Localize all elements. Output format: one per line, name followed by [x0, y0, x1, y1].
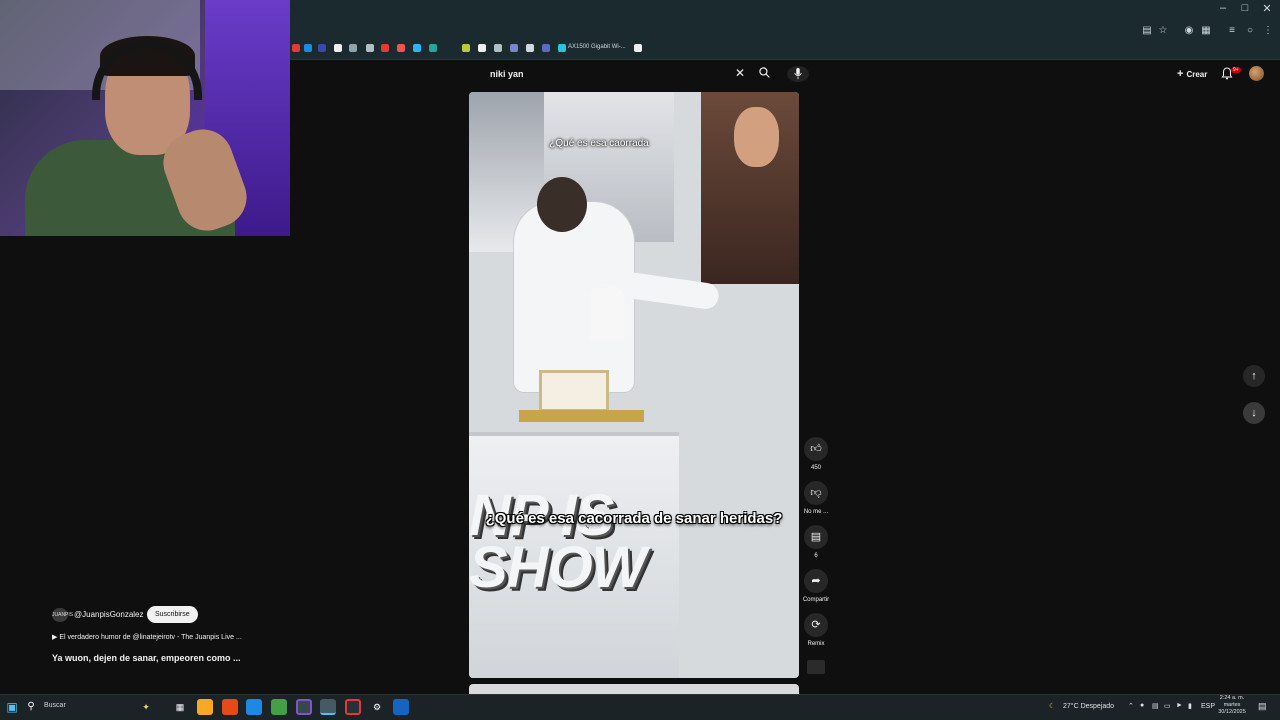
brave-browser-icon[interactable]: [222, 699, 238, 715]
like-count: 450: [810, 465, 821, 471]
taskbar-search-icon[interactable]: ⚲: [26, 699, 36, 715]
taskbar-clock[interactable]: 2:24 a. m. martes 30/12/2025: [1214, 695, 1250, 716]
menu-icon[interactable]: ⋮: [1262, 25, 1274, 36]
dislike-icon[interactable]: 👎︎: [804, 481, 828, 505]
mic-tray-icon[interactable]: ●: [1140, 702, 1144, 709]
steam-icon[interactable]: [393, 699, 409, 715]
like-action[interactable]: 👍︎ 450: [800, 437, 832, 471]
weather-text[interactable]: 27°C Despejado: [1063, 703, 1114, 710]
video-title: Ya wuon, dejen de sanar, empeoren como .…: [52, 653, 241, 663]
remix-label: Remix: [807, 641, 825, 647]
bookmark-icon[interactable]: [334, 44, 342, 52]
volume-icon[interactable]: ►: [1176, 702, 1183, 709]
weather-icon: ☾: [1049, 703, 1056, 710]
language-indicator[interactable]: ESP: [1201, 703, 1215, 710]
windows-start-icon[interactable]: ▣: [4, 699, 20, 715]
settings-gear-icon[interactable]: ⚙: [369, 699, 385, 715]
bookmark-icon[interactable]: [292, 44, 300, 52]
app-icon[interactable]: [246, 699, 262, 715]
bookmark-icon[interactable]: [634, 44, 642, 52]
clock-date: 30/12/2025: [1218, 709, 1246, 715]
bookmark-icon[interactable]: [397, 44, 405, 52]
task-view-icon[interactable]: ▦: [172, 699, 188, 715]
like-icon[interactable]: 👍︎: [804, 437, 828, 461]
audio-thumbnail[interactable]: [807, 660, 825, 674]
network-icon[interactable]: ▤: [1152, 702, 1159, 710]
bookmark-icon[interactable]: [318, 44, 326, 52]
tab-search-icon[interactable]: ≡: [1226, 25, 1238, 36]
close-icon[interactable]: ✕: [735, 66, 745, 80]
video-caption: ¿Qué es esa cacorrada de sanar heridas?: [485, 510, 783, 527]
webcam-overlay: [0, 0, 290, 236]
notification-badge: 9+: [1231, 67, 1241, 73]
spreadsheet-icon[interactable]: [271, 699, 287, 715]
comment-action[interactable]: ▤ 6: [800, 525, 832, 559]
bookmark-star-icon[interactable]: ☆: [1157, 25, 1169, 36]
app-icon[interactable]: [345, 699, 361, 715]
remix-icon[interactable]: ⟳: [804, 613, 828, 637]
bookmark-icon[interactable]: [542, 44, 550, 52]
remix-action[interactable]: ⟳ Remix: [800, 613, 832, 647]
bookmark-icon[interactable]: [429, 44, 437, 52]
related-video-title: El verdadero humor de @linatejeirotv - T…: [59, 634, 242, 641]
related-video-link[interactable]: ▶ El verdadero humor de @linatejeirotv -…: [52, 633, 242, 641]
user-avatar[interactable]: [1249, 66, 1264, 81]
copilot-icon[interactable]: ✦: [138, 699, 154, 715]
comment-count: 6: [814, 553, 818, 559]
dislike-label: No me ...: [803, 509, 829, 515]
clock-day: martes: [1223, 702, 1241, 708]
bookmark-icon[interactable]: [462, 44, 470, 52]
dislike-action[interactable]: 👎︎ No me ...: [800, 481, 832, 515]
plus-icon: +: [1177, 68, 1184, 80]
channel-avatar[interactable]: JUANPIS: [52, 608, 73, 622]
cast-icon[interactable]: ▤: [1141, 25, 1153, 36]
bookmark-icon[interactable]: [478, 44, 486, 52]
subscribe-button[interactable]: Suscribirse: [147, 606, 198, 623]
taskbar-search-label[interactable]: Buscar: [44, 702, 66, 709]
short-video-player[interactable]: NP IS SHOW ¿Qué es esa caorrada ¿Qué es …: [469, 92, 799, 678]
share-action[interactable]: ➦ Compartir: [800, 569, 832, 603]
chrome-icon[interactable]: [320, 699, 336, 715]
arrow-up-icon: ↑: [1251, 370, 1257, 382]
file-explorer-icon[interactable]: [197, 699, 213, 715]
previous-short-button[interactable]: ↑: [1243, 365, 1265, 387]
extensions-puzzle-icon[interactable]: ▦: [1200, 25, 1212, 36]
share-label: Compartir: [802, 597, 830, 603]
arrow-down-icon: ↓: [1251, 407, 1257, 419]
bookmark-icon[interactable]: [304, 44, 312, 52]
comment-icon[interactable]: ▤: [804, 525, 828, 549]
channel-handle[interactable]: @JuanpisGonzalez: [74, 610, 144, 619]
search-icon[interactable]: [758, 66, 771, 82]
extension-icon[interactable]: ◉: [1183, 25, 1195, 36]
bookmark-icon[interactable]: [558, 44, 566, 52]
bookmark-icon[interactable]: [349, 44, 357, 52]
bookmark-icon[interactable]: [366, 44, 374, 52]
clock-time: 2:24 a. m.: [1219, 695, 1245, 701]
bookmark-icon[interactable]: [381, 44, 389, 52]
minimize-icon[interactable]: –: [1212, 2, 1234, 14]
create-label: Crear: [1186, 69, 1208, 79]
maximize-icon[interactable]: □: [1234, 2, 1256, 14]
bookmark-icon[interactable]: [494, 44, 502, 52]
obs-icon[interactable]: [296, 699, 312, 715]
mic-button[interactable]: [787, 66, 809, 82]
share-icon[interactable]: ➦: [804, 569, 828, 593]
tray-chevron-icon[interactable]: ⌃: [1128, 702, 1134, 710]
bookmark-icon[interactable]: [413, 44, 421, 52]
create-button[interactable]: + Crear: [1173, 66, 1211, 82]
window-close-icon[interactable]: ✕: [1256, 2, 1278, 15]
bookmark-icon[interactable]: [510, 44, 518, 52]
bookmark-icon[interactable]: [526, 44, 534, 52]
display-icon[interactable]: ▭: [1164, 702, 1171, 710]
show-logo: NP IS SHOW: [469, 483, 646, 601]
notification-center-icon[interactable]: ▤: [1258, 701, 1267, 712]
video-caption-top: ¿Qué es esa caorrada: [549, 138, 649, 149]
search-input[interactable]: niki yan: [490, 69, 524, 79]
next-short-button[interactable]: ↓: [1243, 402, 1265, 424]
profile-icon[interactable]: ○: [1244, 25, 1256, 36]
bookmark-label[interactable]: AX1500 Gigabit Wi-...: [568, 44, 626, 50]
mic-icon: [794, 68, 802, 80]
play-icon: ▶: [52, 634, 58, 641]
battery-icon[interactable]: ▮: [1188, 702, 1192, 710]
